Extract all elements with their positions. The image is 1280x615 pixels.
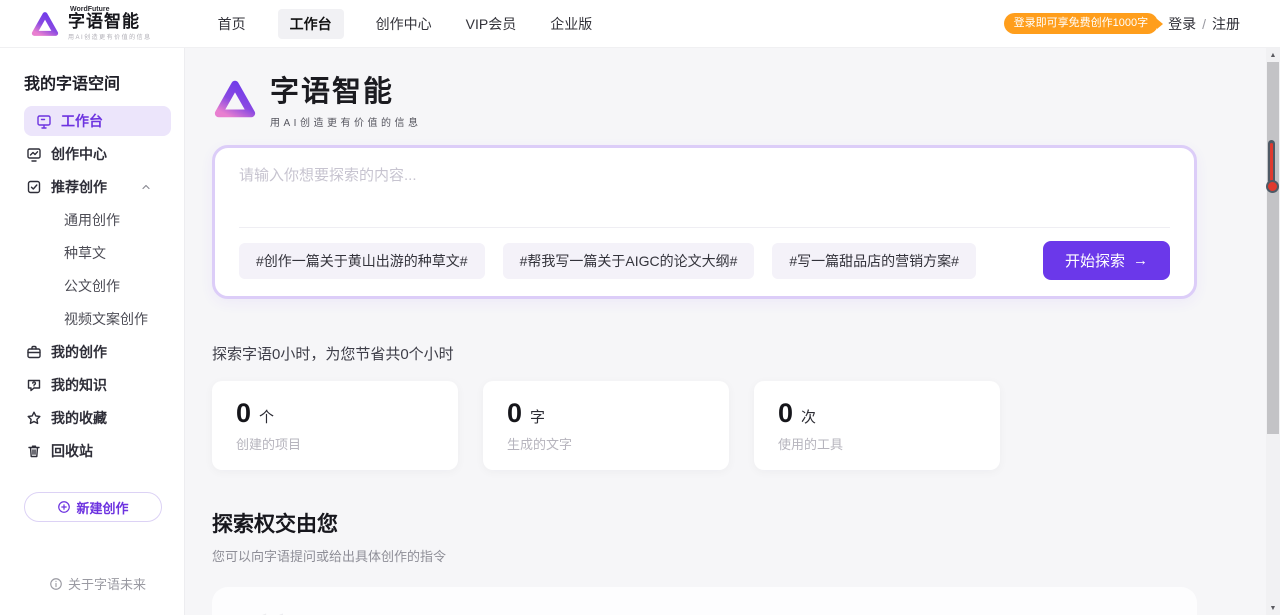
example-prompts-card: “ 字语智能是什么? 嘿，帮我创作一篇北京出游攻略 (212, 587, 1197, 615)
briefcase-icon (26, 344, 51, 360)
info-circle-icon (49, 577, 63, 591)
sidebar-subitem-seeding-article[interactable]: 种草文 (24, 238, 171, 268)
brand-logo[interactable]: WordFuture 字语智能 用AI创造更有价值的信息 (30, 6, 152, 42)
stat-card-projects: 0 个 创建的项目 (212, 381, 458, 470)
suggestion-chip-dessert[interactable]: #写一篇甜品店的营销方案# (772, 243, 976, 279)
stat-card-tools: 0 次 使用的工具 (754, 381, 1000, 470)
triangle-logo-icon (30, 9, 60, 39)
scroll-thumb[interactable] (1267, 62, 1279, 434)
stat-card-words: 0 字 生成的文字 (483, 381, 729, 470)
stat-value: 0 (778, 398, 793, 429)
sidebar-item-recycle-bin[interactable]: 回收站 (24, 436, 171, 466)
scrollbar[interactable]: ▲ ▼ (1266, 48, 1280, 615)
search-input[interactable] (239, 164, 1170, 222)
promo-badge[interactable]: 登录即可享免费创作1000字 (1004, 13, 1158, 34)
suggestion-chip-aigc[interactable]: #帮我写一篇关于AIGC的论文大纲# (503, 243, 755, 279)
hero-tagline: 用AI创造更有价值的信息 (270, 114, 421, 129)
nav-item-workbench[interactable]: 工作台 (278, 9, 344, 39)
nav-item-enterprise[interactable]: 企业版 (548, 9, 594, 39)
sidebar-item-label: 我的收藏 (51, 408, 107, 428)
sidebar-item-my-knowledge[interactable]: 我的知识 (24, 370, 171, 400)
sidebar-item-recommended[interactable]: 推荐创作 (24, 172, 171, 202)
sidebar-item-label: 工作台 (61, 111, 103, 131)
register-link[interactable]: 注册 (1212, 14, 1240, 34)
chevron-up-icon (140, 181, 161, 193)
sidebar-item-workbench[interactable]: 工作台 (24, 106, 171, 136)
auth-links: 登录 / 注册 (1168, 14, 1240, 34)
example-prompt-what-is[interactable]: “ 字语智能是什么? (240, 611, 635, 615)
scroll-up-arrow[interactable]: ▲ (1266, 48, 1280, 62)
nav-item-home[interactable]: 首页 (216, 9, 248, 39)
auth-separator: / (1202, 16, 1206, 32)
sidebar: 我的字语空间 工作台 创作中心 推荐创作 (0, 48, 185, 615)
stats-summary: 探索字语0小时，为您节省共0个小时 (212, 343, 1280, 364)
creation-center-icon (26, 146, 51, 162)
star-icon (26, 410, 51, 426)
main-content: 字语智能 用AI创造更有价值的信息 #创作一篇关于黄山出游的种草文# #帮我写一… (185, 48, 1280, 615)
stat-unit: 个 (259, 406, 274, 427)
knowledge-icon (26, 377, 51, 393)
workbench-icon (36, 113, 61, 129)
login-link[interactable]: 登录 (1168, 14, 1196, 34)
sidebar-item-label: 推荐创作 (51, 177, 107, 197)
thermometer-icon (1266, 140, 1278, 193)
nav-item-vip[interactable]: VIP会员 (464, 9, 519, 39)
stat-unit: 字 (530, 406, 545, 427)
search-panel: #创作一篇关于黄山出游的种草文# #帮我写一篇关于AIGC的论文大纲# #写一篇… (212, 145, 1197, 299)
trash-icon (26, 443, 51, 459)
plus-circle-icon (57, 500, 71, 514)
sidebar-subitem-official-document[interactable]: 公文创作 (24, 271, 171, 301)
sidebar-subitem-general-creation[interactable]: 通用创作 (24, 205, 171, 235)
sidebar-item-label: 我的知识 (51, 375, 107, 395)
arrow-right-icon: → (1133, 252, 1148, 269)
sidebar-item-creation-center[interactable]: 创作中心 (24, 139, 171, 169)
stat-label: 创建的项目 (236, 434, 434, 453)
sidebar-subitem-video-script[interactable]: 视频文案创作 (24, 304, 171, 334)
main-menu: 首页 工作台 创作中心 VIP会员 企业版 (216, 9, 595, 39)
stat-label: 使用的工具 (778, 434, 976, 453)
nav-right: 登录即可享免费创作1000字 登录 / 注册 (1004, 13, 1240, 34)
sidebar-title: 我的字语空间 (24, 70, 171, 94)
stat-unit: 次 (801, 406, 816, 427)
brand-tagline: 用AI创造更有价值的信息 (68, 32, 152, 41)
triangle-logo-icon (212, 76, 258, 122)
stat-value: 0 (236, 398, 251, 429)
recommend-icon (26, 179, 51, 195)
sidebar-item-favorites[interactable]: 我的收藏 (24, 403, 171, 433)
brand-name: 字语智能 (68, 13, 152, 32)
sidebar-item-label: 回收站 (51, 441, 93, 461)
suggestion-chip-huangshan[interactable]: #创作一篇关于黄山出游的种草文# (239, 243, 485, 279)
sidebar-item-label: 我的创作 (51, 342, 107, 362)
suggestion-chips-row: #创作一篇关于黄山出游的种草文# #帮我写一篇关于AIGC的论文大纲# #写一篇… (239, 227, 1170, 280)
sidebar-item-my-creations[interactable]: 我的创作 (24, 337, 171, 367)
explore-section-title: 探索权交由您 (212, 508, 1280, 538)
explore-section-subtitle: 您可以向字语提问或给出具体创作的指令 (212, 546, 1280, 565)
hero-title: 字语智能 (270, 68, 421, 110)
start-explore-button[interactable]: 开始探索 → (1043, 241, 1170, 280)
hero-brand: 字语智能 用AI创造更有价值的信息 (212, 68, 1280, 129)
sidebar-item-label: 创作中心 (51, 144, 107, 164)
about-wordfuture-link[interactable]: 关于字语未来 (24, 574, 171, 593)
top-navbar: WordFuture 字语智能 用AI创造更有价值的信息 首页 工作台 创作中心… (0, 0, 1280, 48)
stat-value: 0 (507, 398, 522, 429)
scroll-down-arrow[interactable]: ▼ (1266, 601, 1280, 615)
stats-cards: 0 个 创建的项目 0 字 生成的文字 0 次 使用的工具 (212, 381, 1280, 470)
new-creation-button[interactable]: 新建创作 (24, 492, 162, 522)
stat-label: 生成的文字 (507, 434, 705, 453)
nav-item-creation-center[interactable]: 创作中心 (374, 9, 434, 39)
example-prompt-beijing-guide[interactable]: 嘿，帮我创作一篇北京出游攻略 (635, 611, 1170, 615)
